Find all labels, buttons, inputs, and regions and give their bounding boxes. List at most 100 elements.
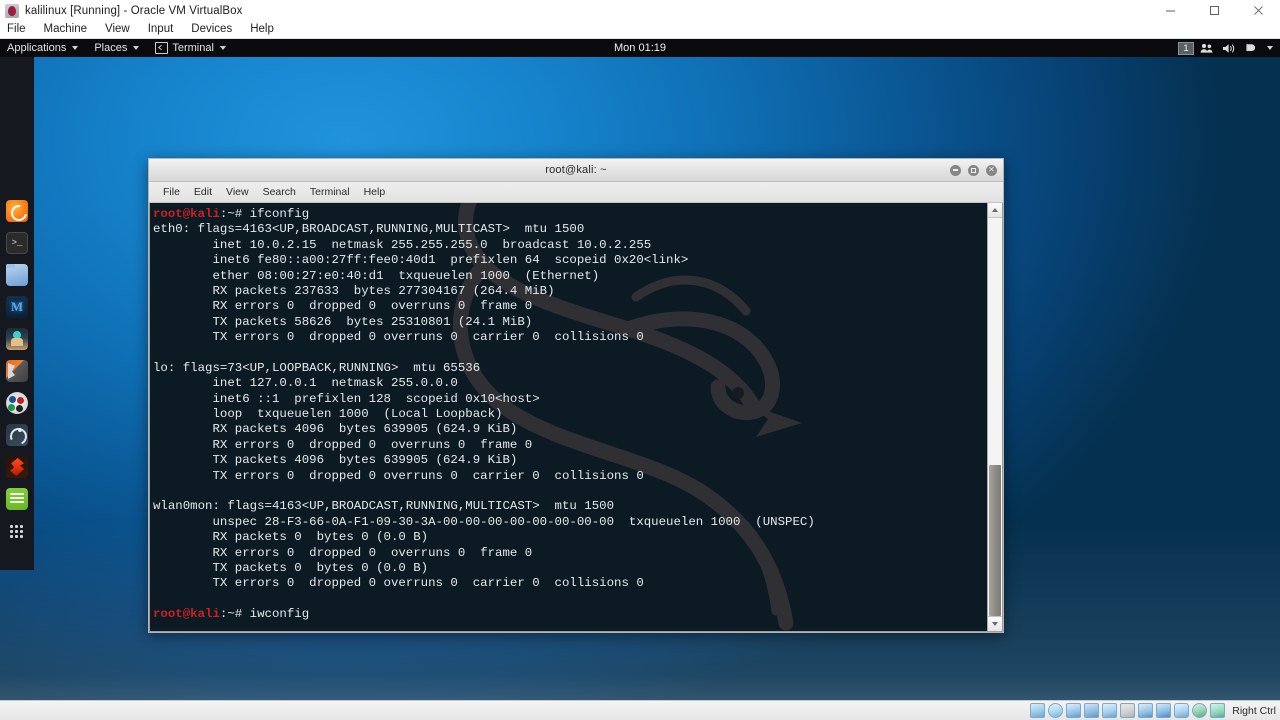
vbox-menu-machine[interactable]: Machine (35, 21, 96, 38)
dock-item-maltego[interactable] (6, 424, 28, 446)
terminal-menubar: File Edit View Search Terminal Help (149, 182, 1003, 203)
terminal-menu-view[interactable]: View (219, 183, 256, 202)
terminal-output-line (153, 346, 987, 361)
terminal-screen[interactable]: root@kali:~# ifconfig eth0: flags=4163<UP… (150, 203, 987, 631)
shared-folder-icon[interactable] (1120, 703, 1136, 718)
mouse-icon[interactable] (1192, 703, 1208, 718)
terminal-output-line: lo: flags=73<UP,LOOPBACK,RUNNING> mtu 65… (153, 360, 481, 375)
terminal-output-line (153, 592, 987, 607)
terminal-minimize-icon[interactable] (950, 164, 961, 176)
users-icon[interactable] (1197, 39, 1216, 57)
virtualization-icon[interactable] (1174, 703, 1190, 718)
terminal-output-line: ether 08:00:27:e0:40:d1 txqueuelen 1000 … (153, 268, 600, 283)
terminal-output-line: unspec 28-F3-66-0A-F1-09-30-3A-00-00-00-… (153, 514, 815, 529)
minimize-icon[interactable] (1148, 0, 1192, 21)
floppy-icon[interactable] (1066, 703, 1082, 718)
scroll-up-icon[interactable] (988, 203, 1002, 218)
dock-item-metasploit[interactable] (6, 296, 28, 318)
terminal-output-line: TX errors 0 dropped 0 overruns 0 carrier… (153, 576, 644, 591)
dock-item-terminal[interactable] (6, 232, 28, 254)
terminal-menu-terminal[interactable]: Terminal (303, 183, 357, 202)
applications-menu-label: Applications (7, 42, 67, 54)
keyboard-icon[interactable] (1210, 703, 1226, 718)
usb-icon[interactable] (1102, 703, 1118, 718)
scroll-down-icon[interactable] (988, 616, 1002, 631)
terminal-maximize-icon[interactable] (968, 164, 979, 176)
scrollbar-track[interactable] (988, 218, 1002, 616)
terminal-menu-file[interactable]: File (156, 183, 187, 202)
window-list-terminal[interactable]: Terminal (147, 39, 234, 57)
terminal-output-line: TX packets 0 bytes 0 (0.0 B) (153, 560, 429, 575)
terminal-output-line: TX packets 58626 bytes 25310801 (24.1 Mi… (153, 314, 533, 329)
terminal-menu-search[interactable]: Search (256, 183, 303, 202)
vbox-menu-file[interactable]: File (0, 21, 35, 38)
close-icon[interactable] (1236, 0, 1280, 21)
optical-disk-icon[interactable] (1048, 703, 1064, 718)
dock-item-beef[interactable] (6, 392, 28, 414)
dock-item-text-editor[interactable] (6, 488, 28, 510)
vbox-menu-input[interactable]: Input (139, 21, 183, 38)
panel-tray: 1 (1178, 39, 1276, 57)
terminal-body: root@kali:~# ifconfig eth0: flags=4163<UP… (149, 203, 1003, 632)
terminal-window-buttons: ✕ (950, 159, 997, 181)
terminal-output-line: loop txqueuelen 1000 (Local Loopback) (153, 407, 503, 422)
maximize-icon[interactable] (1192, 0, 1236, 21)
chevron-down-icon[interactable] (1262, 39, 1276, 57)
display-icon[interactable] (1138, 703, 1154, 718)
terminal-prompt-line: root@kali:~# iwconfig (153, 607, 987, 622)
terminal-output-line: RX packets 0 bytes 0 (0.0 B) (153, 530, 429, 545)
vbox-menu-devices[interactable]: Devices (182, 21, 241, 38)
dock-item-faraday[interactable] (6, 456, 28, 478)
applications-menu[interactable]: Applications (0, 39, 86, 57)
network-icon[interactable] (1084, 703, 1100, 718)
vbox-menubar: File Machine View Input Devices Help (0, 21, 1280, 39)
power-icon[interactable] (1242, 39, 1259, 57)
host-key-label: Right Ctrl (1232, 704, 1276, 717)
terminal-menu-edit[interactable]: Edit (187, 183, 219, 202)
screen-root: kalilinux [Running] - Oracle VM VirtualB… (0, 0, 1280, 720)
dock-item-armitage[interactable] (6, 328, 28, 350)
gnome-top-panel: Applications Places Terminal Mon 01:19 1 (0, 39, 1280, 57)
vbox-menu-view[interactable]: View (96, 21, 139, 38)
vbox-status-bar: Right Ctrl (0, 700, 1280, 720)
volume-icon[interactable] (1219, 39, 1239, 57)
places-menu-label: Places (94, 42, 128, 54)
vbox-titlebar: kalilinux [Running] - Oracle VM VirtualB… (0, 0, 1280, 21)
workspace-indicator[interactable]: 1 (1178, 41, 1194, 55)
terminal-output-line: wlan0mon: flags=4163<UP,BROADCAST,RUNNIN… (153, 499, 615, 514)
terminal-output-line: RX packets 4096 bytes 639905 (624.9 KiB) (153, 422, 518, 437)
favorites-dock (0, 57, 34, 570)
terminal-icon (155, 42, 169, 54)
window-list-terminal-label: Terminal (172, 42, 214, 54)
dock-item-show-applications[interactable] (6, 520, 28, 542)
prompt-symbol: :~# (219, 607, 250, 622)
terminal-window-title: root@kali: ~ (545, 164, 607, 176)
terminal-output-line: TX errors 0 dropped 0 overruns 0 carrier… (153, 468, 644, 483)
terminal-scrollbar[interactable] (987, 203, 1002, 631)
vbox-window-title: kalilinux [Running] - Oracle VM VirtualB… (25, 4, 243, 17)
terminal-output-line: RX errors 0 dropped 0 overruns 0 frame 0 (153, 299, 533, 314)
dock-item-burpsuite[interactable] (6, 360, 28, 382)
terminal-window: root@kali: ~ ✕ File Edit View Search Ter… (148, 158, 1004, 633)
vbox-menu-help[interactable]: Help (241, 21, 283, 38)
prompt-user: root@kali (153, 207, 220, 221)
dock-item-files[interactable] (6, 264, 28, 286)
places-menu[interactable]: Places (86, 39, 147, 57)
harddisk-icon[interactable] (1030, 703, 1046, 718)
dock-item-firefox[interactable] (6, 200, 28, 222)
scrollbar-thumb[interactable] (989, 464, 1001, 616)
vbox-window-controls (1148, 0, 1280, 21)
terminal-menu-help[interactable]: Help (357, 183, 393, 202)
chevron-down-icon (72, 46, 79, 50)
terminal-command: ifconfig (249, 207, 310, 221)
recording-icon[interactable] (1156, 703, 1172, 718)
terminal-titlebar[interactable]: root@kali: ~ ✕ (149, 159, 1003, 182)
terminal-output-line: inet 10.0.2.15 netmask 255.255.255.0 bro… (153, 237, 652, 252)
terminal-output-line (153, 484, 987, 499)
terminal-output: root@kali:~# ifconfig eth0: flags=4163<UP… (152, 207, 987, 623)
terminal-output-line: TX packets 4096 bytes 639905 (624.9 KiB) (153, 453, 518, 468)
terminal-output-line: inet 127.0.0.1 netmask 255.0.0.0 (153, 376, 458, 391)
terminal-close-icon[interactable]: ✕ (986, 164, 997, 176)
terminal-output-line: RX errors 0 dropped 0 overruns 0 frame 0 (153, 437, 533, 452)
chevron-down-icon (219, 46, 226, 50)
